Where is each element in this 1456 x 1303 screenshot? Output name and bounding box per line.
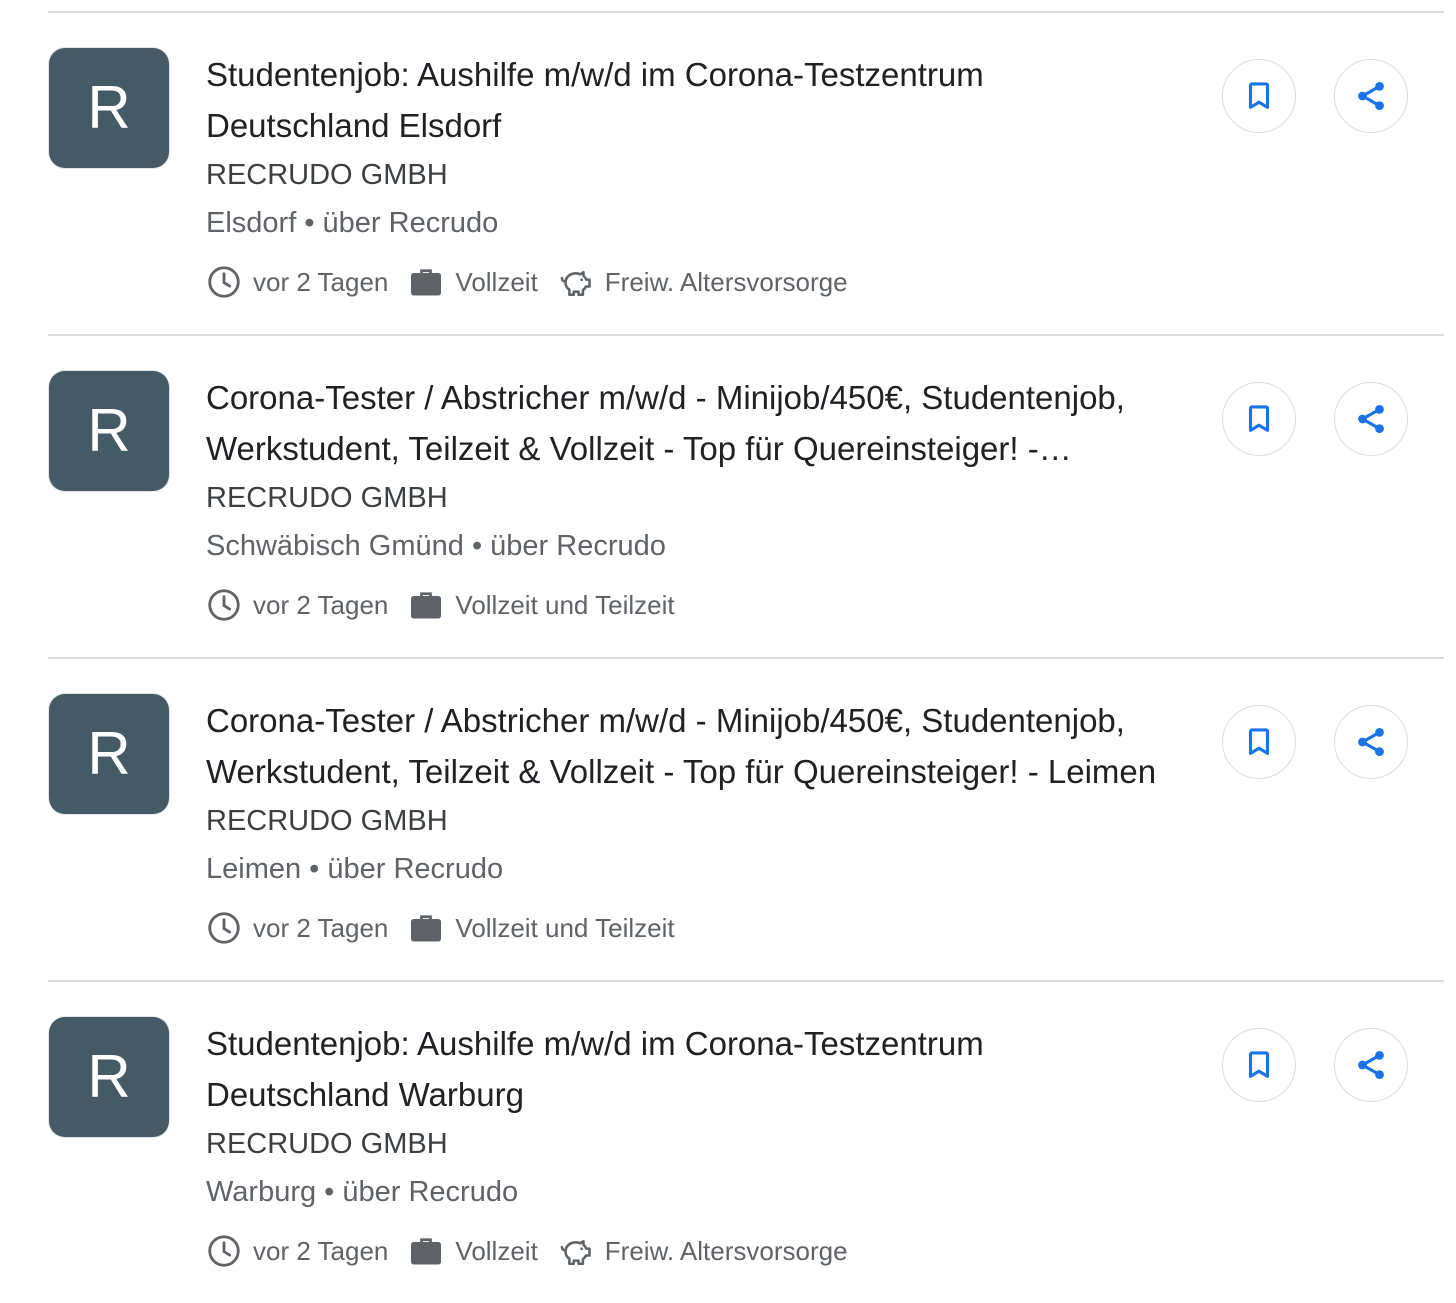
company-logo: R: [49, 694, 169, 814]
posted-time: vor 2 Tagen: [253, 590, 389, 620]
clock-icon: [206, 910, 242, 946]
job-card[interactable]: R Corona-Tester / Abstricher m/w/d - Min…: [0, 336, 1456, 657]
posted-chip: vor 2 Tagen: [206, 264, 388, 300]
benefit-chip: Freiw. Altersvorsorge: [558, 1233, 848, 1269]
briefcase-icon: [408, 264, 444, 300]
job-meta: vor 2 Tagen Vollzeit und Teilzeit: [206, 908, 695, 948]
posted-chip: vor 2 Tagen: [206, 910, 388, 946]
briefcase-icon: [408, 910, 444, 946]
job-card[interactable]: R Studentenjob: Aushilfe m/w/d im Corona…: [0, 982, 1456, 1303]
job-title[interactable]: Corona-Tester / Abstricher m/w/d - Minij…: [206, 372, 1166, 474]
company-name: RECRUDO GMBH: [206, 1128, 448, 1160]
save-button[interactable]: [1222, 382, 1296, 456]
bookmark-icon: [1242, 402, 1276, 436]
employment-type-chip: Vollzeit und Teilzeit: [408, 910, 675, 946]
share-icon: [1354, 1048, 1388, 1082]
job-card[interactable]: R Corona-Tester / Abstricher m/w/d - Min…: [0, 659, 1456, 980]
clock-icon: [206, 587, 242, 623]
briefcase-icon: [408, 587, 444, 623]
save-button[interactable]: [1222, 705, 1296, 779]
job-title[interactable]: Studentenjob: Aushilfe m/w/d im Corona-T…: [206, 1018, 1166, 1120]
job-meta: vor 2 Tagen Vollzeit und Teilzeit: [206, 585, 695, 625]
bookmark-icon: [1242, 725, 1276, 759]
share-button[interactable]: [1334, 382, 1408, 456]
save-button[interactable]: [1222, 59, 1296, 133]
job-location: Leimen • über Recrudo: [206, 853, 504, 885]
job-card[interactable]: R Studentenjob: Aushilfe m/w/d im Corona…: [0, 13, 1456, 334]
share-icon: [1354, 402, 1388, 436]
company-name: RECRUDO GMBH: [206, 482, 448, 514]
clock-icon: [206, 1233, 242, 1269]
employment-type: Vollzeit: [455, 267, 538, 297]
posted-time: vor 2 Tagen: [253, 267, 389, 297]
job-location: Schwäbisch Gmünd • über Recrudo: [206, 530, 666, 562]
posted-chip: vor 2 Tagen: [206, 587, 388, 623]
bookmark-icon: [1242, 1048, 1276, 1082]
posted-chip: vor 2 Tagen: [206, 1233, 388, 1269]
share-button[interactable]: [1334, 1028, 1408, 1102]
company-name: RECRUDO GMBH: [206, 159, 448, 191]
share-icon: [1354, 79, 1388, 113]
share-icon: [1354, 725, 1388, 759]
job-location: Elsdorf • über Recrudo: [206, 207, 499, 239]
employment-type-chip: Vollzeit: [408, 264, 538, 300]
piggy-bank-icon: [558, 264, 594, 300]
job-location: Warburg • über Recrudo: [206, 1176, 519, 1208]
company-logo: R: [49, 48, 169, 168]
benefit-chip: Freiw. Altersvorsorge: [558, 264, 848, 300]
company-logo: R: [49, 1017, 169, 1137]
posted-time: vor 2 Tagen: [253, 1236, 389, 1266]
employment-type: Vollzeit und Teilzeit: [455, 913, 675, 943]
benefit: Freiw. Altersvorsorge: [604, 267, 848, 297]
briefcase-icon: [408, 1233, 444, 1269]
share-button[interactable]: [1334, 59, 1408, 133]
employment-type-chip: Vollzeit und Teilzeit: [408, 587, 675, 623]
job-title[interactable]: Corona-Tester / Abstricher m/w/d - Minij…: [206, 695, 1166, 797]
employment-type-chip: Vollzeit: [408, 1233, 538, 1269]
piggy-bank-icon: [558, 1233, 594, 1269]
save-button[interactable]: [1222, 1028, 1296, 1102]
job-meta: vor 2 Tagen Vollzeit Freiw. Altersvorsor…: [206, 262, 868, 302]
clock-icon: [206, 264, 242, 300]
job-meta: vor 2 Tagen Vollzeit Freiw. Altersvorsor…: [206, 1231, 868, 1271]
posted-time: vor 2 Tagen: [253, 913, 389, 943]
company-logo: R: [49, 371, 169, 491]
bookmark-icon: [1242, 79, 1276, 113]
benefit: Freiw. Altersvorsorge: [604, 1236, 848, 1266]
company-name: RECRUDO GMBH: [206, 805, 448, 837]
job-title[interactable]: Studentenjob: Aushilfe m/w/d im Corona-T…: [206, 49, 1166, 151]
share-button[interactable]: [1334, 705, 1408, 779]
employment-type: Vollzeit: [455, 1236, 538, 1266]
employment-type: Vollzeit und Teilzeit: [455, 590, 675, 620]
